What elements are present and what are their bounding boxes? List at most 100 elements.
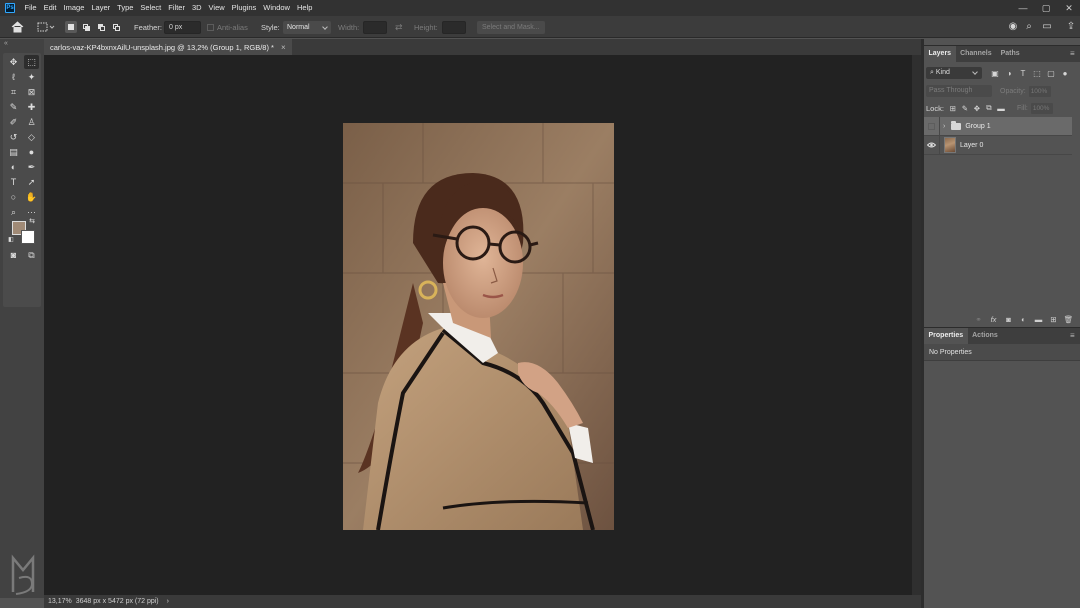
ellipse-tool-icon[interactable]: ○ [6,190,21,204]
vertical-scrollbar[interactable] [912,55,921,595]
type-tool-icon[interactable]: T [6,175,21,189]
canvas-area[interactable] [44,55,912,595]
width-input[interactable] [363,20,388,34]
subtract-selection-button[interactable] [95,21,107,33]
layer-row-group-1[interactable]: › Group 1 [924,116,1072,136]
tab-layers[interactable]: Layers [924,46,956,62]
layer-name[interactable]: Group 1 [965,123,990,130]
share-user-icon[interactable]: ◉ [1005,19,1021,35]
menu-file[interactable]: File [21,0,40,16]
rect-marquee-tool-icon[interactable]: ⬚ [24,55,39,69]
group-expand-chevron-icon[interactable]: › [943,123,945,130]
screen-mode-icon[interactable]: ⧉ [24,248,39,262]
workspace-icon[interactable]: ▭ [1039,19,1055,35]
tab-actions[interactable]: Actions [968,328,1003,344]
zoom-tool-icon[interactable]: ⌕ [6,205,21,219]
share-export-icon[interactable]: ⇪ [1063,19,1079,35]
blur-tool-icon[interactable]: ● [24,145,39,159]
frame-tool-icon[interactable]: ⊠ [24,85,39,99]
tab-channels[interactable]: Channels [956,46,997,62]
opacity-input[interactable]: 100% [1028,85,1051,97]
lock-position-icon[interactable]: ✥ [971,104,983,113]
height-input[interactable] [441,20,466,34]
properties-panel-menu-icon[interactable]: ≡ [1070,331,1077,340]
status-menu-arrow[interactable]: › [167,598,169,605]
add-selection-button[interactable] [80,21,92,33]
menu-type[interactable]: Type [114,0,137,16]
lock-image-icon[interactable]: ✎ [959,104,971,113]
crop-tool-icon[interactable]: ⌗ [6,85,21,99]
collapse-toolbar-icon[interactable]: « [4,40,8,47]
visibility-toggle[interactable] [924,135,940,155]
healing-brush-tool-icon[interactable]: ✚ [24,100,39,114]
new-selection-button[interactable] [65,21,77,33]
rect-marquee-preset[interactable] [37,16,55,38]
document-tab[interactable]: carlos-vaz-KP4bxnxAilU-unsplash.jpg @ 13… [44,39,292,55]
clone-stamp-tool-icon[interactable]: ♙ [24,115,39,129]
dodge-tool-icon[interactable]: ◐ [6,160,21,174]
gradient-tool-icon[interactable]: ▤ [6,145,21,159]
document-photo[interactable] [343,123,614,530]
add-mask-icon[interactable]: ◙ [1001,315,1016,324]
visibility-toggle[interactable] [924,116,940,136]
adjustment-filter-icon[interactable]: ◑ [1002,69,1016,78]
move-tool-icon[interactable]: ✥ [6,55,21,69]
path-selection-tool-icon[interactable]: ➚ [24,175,39,189]
delete-layer-icon[interactable]: 🗑 [1061,315,1076,324]
tab-paths[interactable]: Paths [996,46,1024,62]
hand-tool-icon[interactable]: ✋ [24,190,39,204]
search-icon[interactable]: ⌕ [1021,19,1037,35]
brush-tool-icon[interactable]: ✐ [6,115,21,129]
feather-input[interactable]: 0 px [164,20,201,34]
maximize-button[interactable]: ▢ [1035,0,1057,16]
lock-all-icon[interactable]: ▬ [995,104,1007,113]
menu-window[interactable]: Window [260,0,294,16]
style-select[interactable]: Normal [283,20,331,34]
background-color-swatch[interactable] [21,230,35,244]
new-layer-icon[interactable]: ⊞ [1046,315,1061,324]
menu-view[interactable]: View [205,0,228,16]
history-brush-tool-icon[interactable]: ↺ [6,130,21,144]
kind-filter-select[interactable]: ⌕ Kind [926,67,982,79]
menu-help[interactable]: Help [293,0,315,16]
menu-filter[interactable]: Filter [165,0,189,16]
shape-filter-icon[interactable]: ⬚ [1030,69,1044,78]
intersect-selection-button[interactable] [110,21,122,33]
lasso-tool-icon[interactable]: ℓ [6,70,21,84]
quick-mask-icon[interactable]: ◙ [6,248,21,262]
tab-properties[interactable]: Properties [924,328,968,344]
magic-wand-tool-icon[interactable]: ✦ [24,70,39,84]
lock-transparent-icon[interactable]: ⊞ [947,104,959,113]
swap-dimensions-icon[interactable]: ⇄ [395,22,403,33]
type-filter-icon[interactable]: T [1016,69,1030,78]
layer-style-icon[interactable]: fx [986,315,1001,324]
smart-object-filter-icon[interactable]: ▢ [1044,69,1058,78]
select-and-mask-button[interactable]: Select and Mask... [477,20,545,34]
home-button[interactable] [11,16,24,38]
eraser-tool-icon[interactable]: ◇ [24,130,39,144]
lock-artboard-icon[interactable]: ⧉ [983,103,995,113]
adjustment-layer-icon[interactable]: ◐ [1016,315,1031,324]
menu-3d[interactable]: 3D [188,0,205,16]
close-window-button[interactable]: ✕ [1058,0,1080,16]
layers-panel-menu-icon[interactable]: ≡ [1070,49,1077,58]
eyedropper-tool-icon[interactable]: ✎ [6,100,21,114]
link-layers-icon[interactable]: ⚭ [971,315,986,324]
default-colors-icon[interactable]: ◧ [6,236,16,245]
menu-select[interactable]: Select [137,0,165,16]
pen-tool-icon[interactable]: ✒ [24,160,39,174]
layer-name[interactable]: Layer 0 [960,142,983,149]
pixel-filter-icon[interactable]: ▣ [988,69,1002,78]
blend-mode-select[interactable]: Pass Through [926,85,992,97]
swap-colors-icon[interactable]: ⇆ [27,217,37,226]
menu-plugins[interactable]: Plugins [228,0,260,16]
menu-layer[interactable]: Layer [88,0,114,16]
minimize-button[interactable]: — [1012,0,1034,16]
filter-toggle-icon[interactable]: ● [1058,69,1072,78]
antialias-checkbox[interactable] [207,23,214,31]
fill-input[interactable]: 100% [1030,102,1053,114]
layer-row-layer-0[interactable]: Layer 0 [924,135,1072,155]
menu-image[interactable]: Image [60,0,88,16]
close-tab-icon[interactable]: × [281,43,286,52]
new-group-icon[interactable]: ▬ [1031,315,1046,324]
